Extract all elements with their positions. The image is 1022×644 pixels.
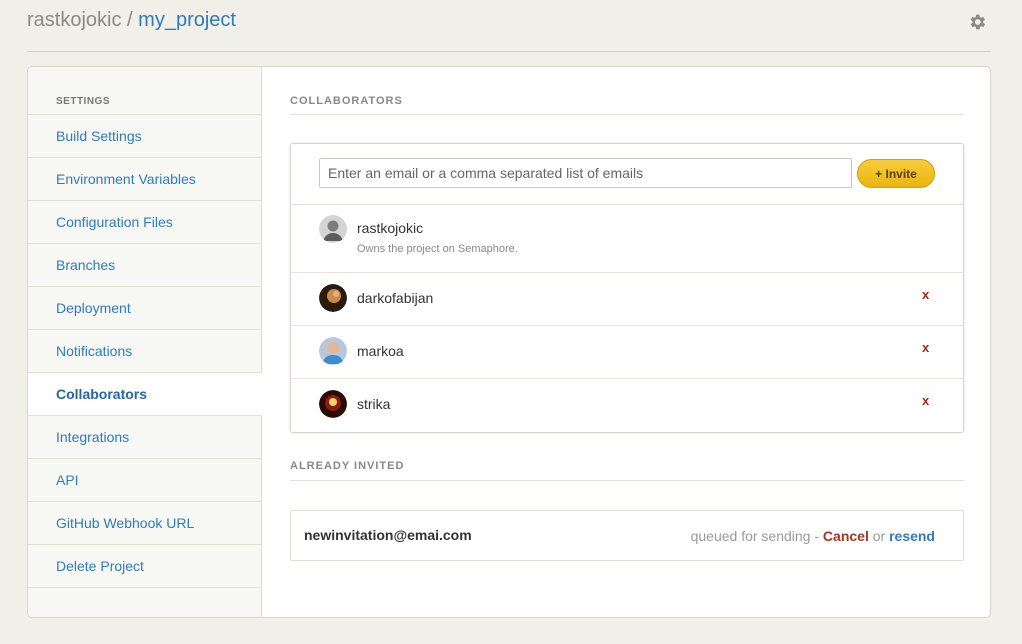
avatar — [319, 284, 347, 312]
page-header: rastkojokic / my_project — [27, 0, 991, 52]
collaborators-heading: COLLABORATORS — [290, 95, 403, 107]
settings-panel: SETTINGS Build Settings Environment Vari… — [27, 66, 991, 618]
invite-button[interactable]: + Invite — [857, 159, 935, 188]
sidebar-item-configuration-files[interactable]: Configuration Files — [28, 201, 261, 244]
collaborator-name: strika — [357, 396, 391, 412]
avatar — [319, 337, 347, 365]
breadcrumb-separator: / — [121, 9, 139, 31]
sidebar-item-collaborators[interactable]: Collaborators — [28, 373, 262, 416]
main-content: COLLABORATORS + Invite rastkojokic Owns … — [290, 67, 964, 617]
avatar — [319, 215, 347, 243]
sidebar-item-build-settings[interactable]: Build Settings — [28, 115, 261, 158]
invitation-row: newinvitation@emai.com queued for sendin… — [290, 510, 964, 561]
sidebar-item-deployment[interactable]: Deployment — [28, 287, 261, 330]
invitation-status-text: queued for sending - — [690, 528, 823, 544]
invite-email-input[interactable] — [319, 158, 852, 188]
sidebar-title: SETTINGS — [56, 96, 111, 107]
sidebar-item-github-webhook-url[interactable]: GitHub Webhook URL — [28, 502, 261, 545]
breadcrumb-owner: rastkojokic — [27, 9, 122, 31]
resend-invitation-link[interactable]: resend — [889, 528, 935, 544]
breadcrumb-project-link[interactable]: my_project — [138, 9, 236, 31]
sidebar-item-branches[interactable]: Branches — [28, 244, 261, 287]
sidebar-item-integrations[interactable]: Integrations — [28, 416, 261, 459]
sidebar-nav: Build Settings Environment Variables Con… — [28, 114, 262, 588]
cancel-invitation-link[interactable]: Cancel — [823, 528, 869, 544]
remove-collaborator-button[interactable]: x — [922, 287, 929, 302]
remove-collaborator-button[interactable]: x — [922, 340, 929, 355]
collaborator-row: markoa x — [291, 326, 963, 379]
collaborator-row-owner: rastkojokic Owns the project on Semaphor… — [291, 205, 963, 273]
settings-sidebar: SETTINGS Build Settings Environment Vari… — [28, 67, 262, 617]
collaborator-row: strika x — [291, 379, 963, 431]
avatar — [319, 390, 347, 418]
owner-note: Owns the project on Semaphore. — [357, 243, 518, 255]
invited-email: newinvitation@emai.com — [304, 527, 472, 543]
invitation-or-text: or — [868, 528, 890, 544]
sidebar-item-api[interactable]: API — [28, 459, 261, 502]
divider — [290, 480, 964, 481]
invitation-status: queued for sending - Cancel or resend — [691, 528, 935, 544]
invite-row: + Invite — [291, 144, 963, 205]
collaborator-name: rastkojokic — [357, 220, 424, 236]
sidebar-item-notifications[interactable]: Notifications — [28, 330, 261, 373]
collaborators-box: + Invite rastkojokic Owns the project on… — [290, 143, 964, 433]
divider — [290, 114, 964, 115]
sidebar-item-environment-variables[interactable]: Environment Variables — [28, 158, 261, 201]
sidebar-item-delete-project[interactable]: Delete Project — [28, 545, 261, 588]
collaborator-name: darkofabijan — [357, 290, 434, 306]
collaborator-name: markoa — [357, 343, 404, 359]
breadcrumb: rastkojokic / my_project — [27, 8, 236, 32]
remove-collaborator-button[interactable]: x — [922, 393, 929, 408]
already-invited-heading: ALREADY INVITED — [290, 460, 405, 472]
gear-icon[interactable] — [967, 12, 987, 32]
collaborator-row: darkofabijan x — [291, 273, 963, 326]
